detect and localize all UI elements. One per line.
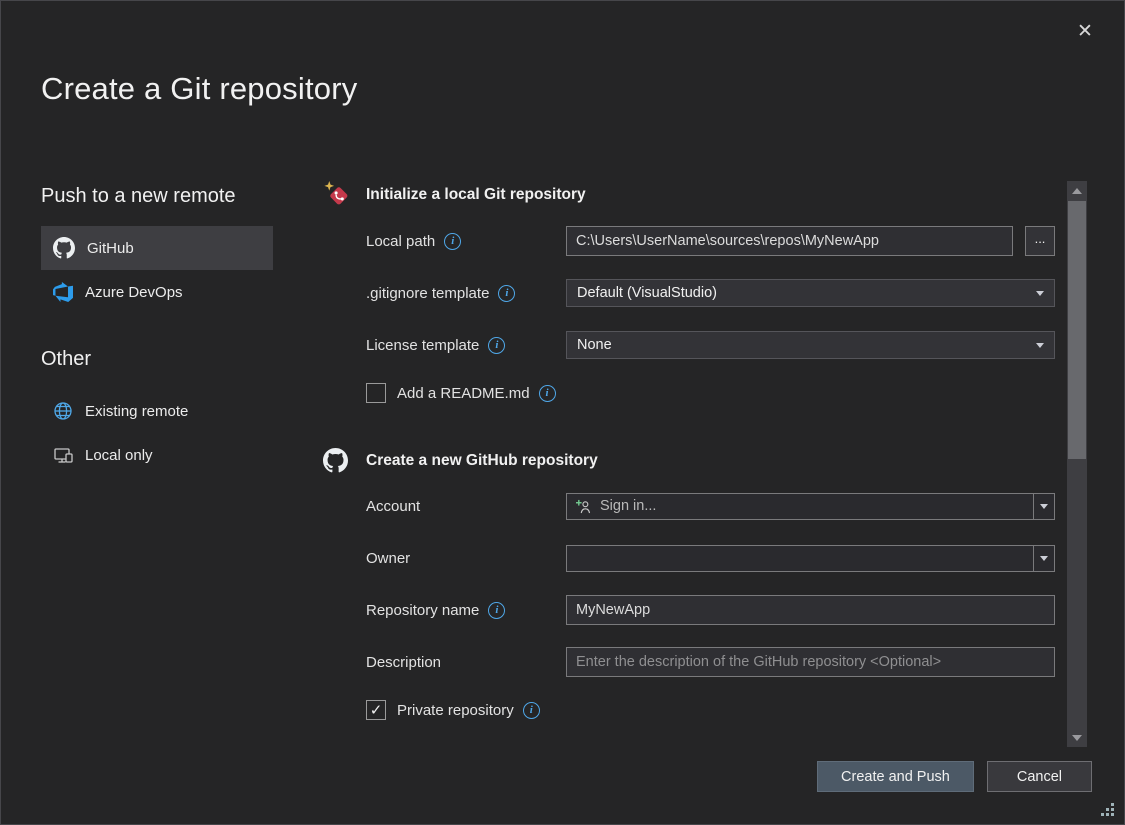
scroll-up-button[interactable]: [1067, 182, 1087, 199]
readme-row: Add a README.md i: [323, 382, 1055, 404]
vertical-scrollbar[interactable]: [1067, 181, 1087, 747]
sidebar-item-label: GitHub: [87, 240, 134, 257]
check-icon: ✓: [370, 703, 383, 718]
local-path-label: Local path: [366, 233, 435, 250]
info-icon[interactable]: i: [523, 702, 540, 719]
private-repository-checkbox[interactable]: ✓: [366, 700, 386, 720]
info-icon[interactable]: i: [488, 602, 505, 619]
readme-label: Add a README.md: [397, 385, 530, 402]
browse-button[interactable]: ...: [1025, 226, 1055, 256]
github-icon: [53, 237, 75, 259]
scrollbar-thumb[interactable]: [1068, 201, 1086, 459]
cancel-button[interactable]: Cancel: [987, 761, 1092, 792]
account-row: Account Sign in...: [323, 491, 1055, 521]
readme-checkbox[interactable]: [366, 383, 386, 403]
push-section-title: Push to a new remote: [41, 185, 273, 208]
license-template-value: None: [577, 337, 612, 353]
sidebar-item-existing-remote[interactable]: Existing remote: [41, 389, 273, 433]
chevron-down-icon: [1040, 556, 1048, 561]
sidebar-item-local-only[interactable]: Local only: [41, 433, 273, 477]
gitignore-template-label: .gitignore template: [366, 285, 489, 302]
chevron-down-icon: [1036, 291, 1044, 296]
create-and-push-button[interactable]: Create and Push: [817, 761, 974, 792]
account-combo[interactable]: Sign in...: [566, 493, 1055, 520]
sidebar-item-label: Azure DevOps: [85, 284, 183, 301]
sidebar-item-label: Local only: [85, 447, 153, 464]
triangle-down-icon: [1072, 735, 1082, 741]
owner-value-area[interactable]: [567, 546, 1033, 571]
account-sign-in-area[interactable]: Sign in...: [567, 494, 1033, 519]
repository-name-input[interactable]: [566, 595, 1055, 625]
computer-icon: [53, 445, 73, 465]
init-section-header: Initialize a local Git repository: [323, 181, 1055, 208]
close-button[interactable]: ✕: [1068, 15, 1102, 47]
owner-label: Owner: [366, 550, 410, 567]
github-section-title: Create a new GitHub repository: [366, 452, 598, 470]
triangle-up-icon: [1072, 188, 1082, 194]
account-dropdown-button[interactable]: [1033, 494, 1054, 519]
init-section-title: Initialize a local Git repository: [366, 186, 586, 204]
description-row: Description: [323, 647, 1055, 677]
private-repository-row: ✓ Private repository i: [323, 699, 1055, 721]
description-label: Description: [366, 654, 441, 671]
description-input[interactable]: [566, 647, 1055, 677]
sign-in-user-icon: [575, 499, 592, 514]
github-icon: [323, 448, 350, 473]
gitignore-row: .gitignore template i Default (VisualStu…: [323, 278, 1055, 308]
create-git-repository-dialog: ✕ Create a Git repository Push to a new …: [0, 0, 1125, 825]
sidebar-item-azure-devops[interactable]: Azure DevOps: [41, 270, 273, 314]
main-panel: Initialize a local Git repository Local …: [323, 181, 1055, 721]
license-row: License template i None: [323, 330, 1055, 360]
info-icon[interactable]: i: [539, 385, 556, 402]
sidebar-item-github[interactable]: GitHub: [41, 226, 273, 270]
sidebar: Push to a new remote GitHub Azure DevOps…: [41, 185, 273, 477]
github-section-header: Create a new GitHub repository: [323, 448, 1055, 473]
sidebar-item-label: Existing remote: [85, 403, 188, 420]
page-title: Create a Git repository: [41, 71, 357, 107]
info-icon[interactable]: i: [498, 285, 515, 302]
owner-row: Owner: [323, 543, 1055, 573]
repository-name-row: Repository name i: [323, 595, 1055, 625]
new-repository-icon: [323, 181, 350, 208]
other-section-title: Other: [41, 348, 273, 371]
info-icon[interactable]: i: [488, 337, 505, 354]
license-template-dropdown[interactable]: None: [566, 331, 1055, 359]
local-path-input[interactable]: [566, 226, 1013, 256]
globe-icon: [53, 401, 73, 421]
azure-devops-icon: [53, 282, 73, 302]
repository-name-label: Repository name: [366, 602, 479, 619]
license-template-label: License template: [366, 337, 479, 354]
footer-buttons: Create and Push Cancel: [817, 761, 1092, 792]
gitignore-template-value: Default (VisualStudio): [577, 285, 717, 301]
owner-combo[interactable]: [566, 545, 1055, 572]
resize-grip[interactable]: [1101, 803, 1115, 817]
chevron-down-icon: [1040, 504, 1048, 509]
account-value: Sign in...: [600, 498, 656, 514]
private-repository-label: Private repository: [397, 702, 514, 719]
gitignore-template-dropdown[interactable]: Default (VisualStudio): [566, 279, 1055, 307]
owner-dropdown-button[interactable]: [1033, 546, 1054, 571]
scroll-down-button[interactable]: [1067, 729, 1087, 746]
local-path-row: Local path i ...: [323, 226, 1055, 256]
account-label: Account: [366, 498, 420, 515]
info-icon[interactable]: i: [444, 233, 461, 250]
chevron-down-icon: [1036, 343, 1044, 348]
